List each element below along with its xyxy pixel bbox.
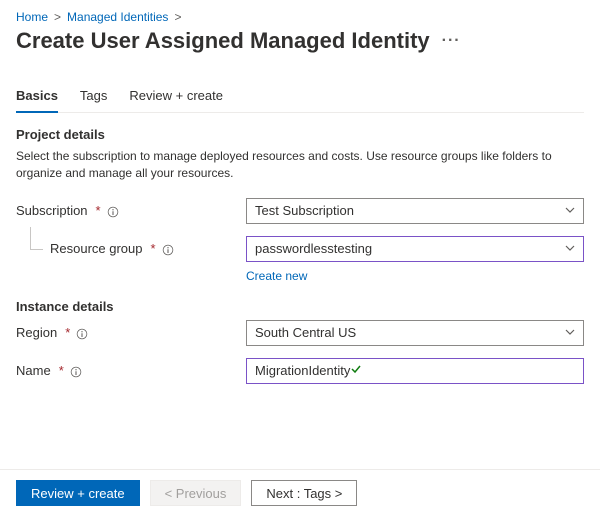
name-value: MigrationIdentity <box>255 363 350 378</box>
breadcrumb-managed-identities[interactable]: Managed Identities <box>67 10 168 24</box>
label-region: Region * <box>16 325 246 340</box>
page-title: Create User Assigned Managed Identity ··… <box>16 28 584 54</box>
label-subscription-text: Subscription <box>16 203 88 218</box>
resource-group-select[interactable]: passwordlesstesting <box>246 236 584 262</box>
name-input[interactable]: MigrationIdentity <box>246 358 584 384</box>
required-marker: * <box>151 241 156 256</box>
footer: Review + create < Previous Next : Tags > <box>0 469 600 516</box>
info-icon[interactable] <box>107 203 119 218</box>
label-region-text: Region <box>16 325 57 340</box>
subscription-select[interactable]: Test Subscription <box>246 198 584 224</box>
required-marker: * <box>96 203 101 218</box>
review-create-button[interactable]: Review + create <box>16 480 140 506</box>
row-resource-group: Resource group * passwordlesstesting <box>16 236 584 262</box>
row-region: Region * South Central US <box>16 320 584 346</box>
tab-basics[interactable]: Basics <box>16 82 58 113</box>
project-details-description: Select the subscription to manage deploy… <box>16 148 576 182</box>
required-marker: * <box>65 325 70 340</box>
label-resource-group-text: Resource group <box>50 241 143 256</box>
subscription-value: Test Subscription <box>255 203 565 218</box>
create-new-link[interactable]: Create new <box>246 269 307 283</box>
breadcrumb-home[interactable]: Home <box>16 10 48 24</box>
info-icon[interactable] <box>162 241 174 256</box>
project-details-heading: Project details <box>16 127 584 142</box>
region-select[interactable]: South Central US <box>246 320 584 346</box>
row-name: Name * MigrationIdentity <box>16 358 584 384</box>
breadcrumb-sep-1: > <box>54 10 61 24</box>
chevron-down-icon <box>565 325 575 340</box>
label-subscription: Subscription * <box>16 203 246 218</box>
breadcrumb: Home > Managed Identities > <box>16 10 584 24</box>
page-root: Home > Managed Identities > Create User … <box>0 0 600 516</box>
row-create-new: Create new <box>246 268 584 283</box>
breadcrumb-sep-2: > <box>174 10 181 24</box>
row-subscription: Subscription * Test Subscription <box>16 198 584 224</box>
more-actions-icon[interactable]: ··· <box>442 33 461 49</box>
tab-review-create[interactable]: Review + create <box>129 82 223 112</box>
previous-button: < Previous <box>150 480 242 506</box>
instance-details-heading: Instance details <box>16 299 584 314</box>
chevron-down-icon <box>565 203 575 218</box>
label-name-text: Name <box>16 363 51 378</box>
region-value: South Central US <box>255 325 565 340</box>
resource-group-value: passwordlesstesting <box>255 241 565 256</box>
next-button[interactable]: Next : Tags > <box>251 480 357 506</box>
section-instance-details: Instance details Region * South Central U… <box>16 299 584 384</box>
section-project-details: Project details Select the subscription … <box>16 127 584 283</box>
tabs: Basics Tags Review + create <box>16 82 584 113</box>
check-icon <box>350 363 362 378</box>
page-title-text: Create User Assigned Managed Identity <box>16 28 430 54</box>
label-resource-group: Resource group * <box>16 241 246 256</box>
tab-tags[interactable]: Tags <box>80 82 107 112</box>
info-icon[interactable] <box>70 363 82 378</box>
chevron-down-icon <box>565 241 575 256</box>
required-marker: * <box>59 363 64 378</box>
label-name: Name * <box>16 363 246 378</box>
info-icon[interactable] <box>76 325 88 340</box>
